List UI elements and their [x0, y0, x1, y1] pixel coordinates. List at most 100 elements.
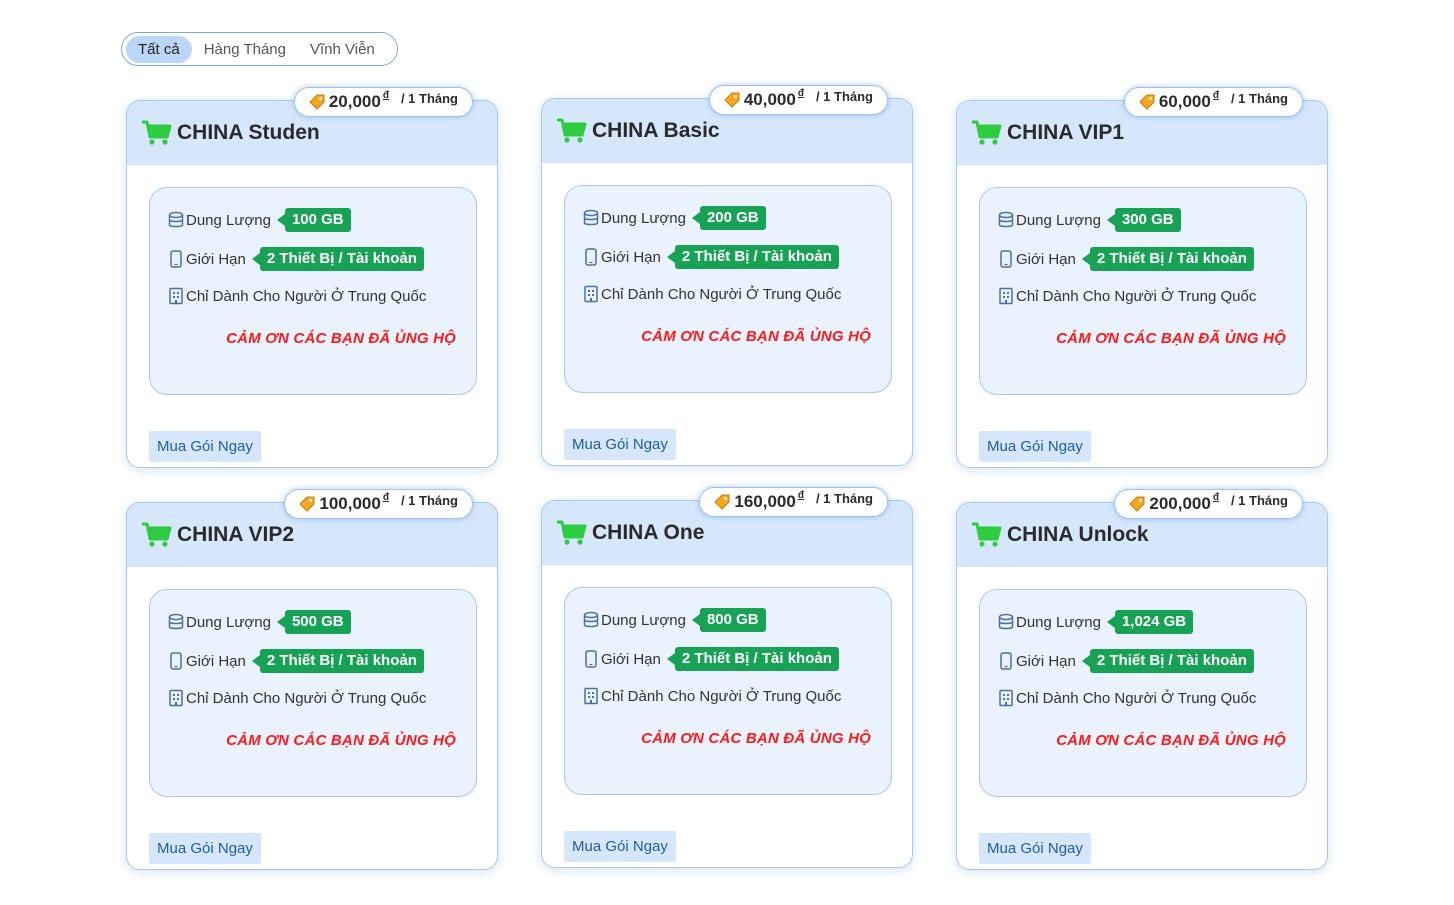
feature-storage: Dung Lượng 800 GB	[583, 608, 766, 632]
building-icon	[999, 287, 1013, 305]
database-icon	[168, 211, 184, 228]
feature-limit: Giới Hạn 2 Thiết Bị / Tài khoản	[583, 647, 839, 671]
limit-badge: 2 Thiết Bị / Tài khoản	[1081, 247, 1254, 271]
thanks-note: CẢM ƠN CÁC BẠN ĐÃ ỦNG HỘ	[226, 330, 456, 347]
region-note: Chỉ Dành Cho Người Ở Trung Quốc	[601, 285, 842, 303]
price-period: / 1 Tháng	[400, 492, 458, 508]
feature-limit: Giới Hạn 2 Thiết Bị / Tài khoản	[998, 649, 1254, 673]
currency-symbol: đ	[1212, 491, 1219, 503]
price-pill: 200,000 đ / 1 Tháng	[1114, 489, 1303, 519]
plan-features: Dung Lượng 100 GB Giới Hạn 2 Thiết Bị / …	[149, 187, 477, 395]
region-note: Chỉ Dành Cho Người Ở Trung Quốc	[186, 689, 427, 707]
buy-button[interactable]: Mua Gói Ngay	[149, 833, 261, 864]
storage-label: Dung Lượng	[1016, 211, 1101, 229]
plan-features: Dung Lượng 800 GB Giới Hạn 2 Thiết Bị / …	[564, 587, 892, 795]
price-period: / 1 Tháng	[1230, 492, 1288, 508]
buy-button[interactable]: Mua Gói Ngay	[564, 831, 676, 862]
plan-features: Dung Lượng 500 GB Giới Hạn 2 Thiết Bị / …	[149, 589, 477, 797]
storage-label: Dung Lượng	[601, 209, 686, 227]
thanks-note: CẢM ƠN CÁC BẠN ĐÃ ỦNG HỘ	[1056, 330, 1286, 347]
buy-button[interactable]: Mua Gói Ngay	[564, 429, 676, 460]
database-icon	[583, 209, 599, 226]
feature-storage: Dung Lượng 500 GB	[168, 610, 351, 634]
tab-lifetime[interactable]: Vĩnh Viễn	[298, 36, 387, 63]
plan-card-4: CHINA VIP2 100,000 đ / 1 Tháng Dung Lượn…	[126, 489, 498, 870]
region-note: Chỉ Dành Cho Người Ở Trung Quốc	[1016, 689, 1257, 707]
plan-title: CHINA Studen	[177, 121, 320, 144]
price-pill: 20,000 đ / 1 Tháng	[293, 87, 473, 117]
plan-features: Dung Lượng 1,024 GB Giới Hạn 2 Thiết Bị …	[979, 589, 1307, 797]
feature-region: Chỉ Dành Cho Người Ở Trung Quốc	[998, 287, 1256, 305]
region-note: Chỉ Dành Cho Người Ở Trung Quốc	[601, 687, 842, 705]
plan-title: CHINA Unlock	[1007, 523, 1149, 546]
region-note: Chỉ Dành Cho Người Ở Trung Quốc	[1016, 287, 1257, 305]
limit-badge: 2 Thiết Bị / Tài khoản	[666, 647, 839, 671]
database-icon	[168, 613, 184, 630]
feature-region: Chỉ Dành Cho Người Ở Trung Quốc	[583, 285, 841, 303]
limit-label: Giới Hạn	[601, 650, 661, 668]
feature-limit: Giới Hạn 2 Thiết Bị / Tài khoản	[168, 247, 424, 271]
feature-limit: Giới Hạn 2 Thiết Bị / Tài khoản	[168, 649, 424, 673]
storage-label: Dung Lượng	[186, 211, 271, 229]
feature-limit: Giới Hạn 2 Thiết Bị / Tài khoản	[583, 245, 839, 269]
price-tag-icon	[309, 94, 325, 110]
feature-region: Chỉ Dành Cho Người Ở Trung Quốc	[998, 689, 1256, 707]
phone-icon	[170, 652, 182, 670]
cart-icon	[972, 120, 1002, 145]
filter-tabs: Tất cả Hàng Tháng Vĩnh Viễn	[121, 32, 398, 66]
price-tag-icon	[1139, 94, 1155, 110]
feature-limit: Giới Hạn 2 Thiết Bị / Tài khoản	[998, 247, 1254, 271]
limit-label: Giới Hạn	[186, 652, 246, 670]
price-pill: 160,000 đ / 1 Tháng	[699, 487, 888, 517]
building-icon	[584, 687, 598, 705]
price-period: / 1 Tháng	[400, 90, 458, 106]
currency-symbol: đ	[797, 87, 804, 99]
storage-badge: 800 GB	[691, 608, 766, 632]
currency-symbol: đ	[382, 89, 389, 101]
feature-region: Chỉ Dành Cho Người Ở Trung Quốc	[583, 687, 841, 705]
cart-icon	[142, 522, 172, 547]
thanks-note: CẢM ƠN CÁC BẠN ĐÃ ỦNG HỘ	[641, 328, 871, 345]
limit-badge: 2 Thiết Bị / Tài khoản	[666, 245, 839, 269]
cart-icon	[972, 522, 1002, 547]
storage-badge: 300 GB	[1106, 208, 1181, 232]
tab-all[interactable]: Tất cả	[126, 35, 192, 63]
price-pill: 60,000 đ / 1 Tháng	[1123, 87, 1303, 117]
price-period: / 1 Tháng	[815, 490, 873, 506]
buy-button[interactable]: Mua Gói Ngay	[149, 431, 261, 462]
feature-storage: Dung Lượng 100 GB	[168, 208, 351, 232]
price-period: / 1 Tháng	[815, 88, 873, 104]
limit-badge: 2 Thiết Bị / Tài khoản	[251, 649, 424, 673]
phone-icon	[585, 650, 597, 668]
limit-label: Giới Hạn	[1016, 652, 1076, 670]
price-tag-icon	[1129, 496, 1145, 512]
plan-title: CHINA VIP2	[177, 523, 295, 546]
limit-label: Giới Hạn	[1016, 250, 1076, 268]
database-icon	[583, 611, 599, 628]
buy-button[interactable]: Mua Gói Ngay	[979, 833, 1091, 864]
storage-badge: 100 GB	[276, 208, 351, 232]
plan-card-3: CHINA VIP1 60,000 đ / 1 Tháng Dung Lượng…	[956, 87, 1328, 468]
currency-symbol: đ	[797, 489, 804, 501]
limit-badge: 2 Thiết Bị / Tài khoản	[251, 247, 424, 271]
tab-monthly[interactable]: Hàng Tháng	[192, 36, 298, 63]
phone-icon	[1000, 652, 1012, 670]
price-period: / 1 Tháng	[1230, 90, 1288, 106]
feature-region: Chỉ Dành Cho Người Ở Trung Quốc	[168, 287, 426, 305]
feature-storage: Dung Lượng 200 GB	[583, 206, 766, 230]
plan-title: CHINA Basic	[592, 119, 720, 142]
phone-icon	[170, 250, 182, 268]
plan-card-6: CHINA Unlock 200,000 đ / 1 Tháng Dung Lư…	[956, 489, 1328, 870]
plan-card-5: CHINA One 160,000 đ / 1 Tháng Dung Lượng…	[541, 487, 913, 868]
price-value: 160,000	[734, 492, 796, 511]
storage-badge: 500 GB	[276, 610, 351, 634]
storage-label: Dung Lượng	[186, 613, 271, 631]
thanks-note: CẢM ƠN CÁC BẠN ĐÃ ỦNG HỘ	[641, 730, 871, 747]
limit-label: Giới Hạn	[601, 248, 661, 266]
buy-button[interactable]: Mua Gói Ngay	[979, 431, 1091, 462]
cart-icon	[557, 520, 587, 545]
feature-storage: Dung Lượng 300 GB	[998, 208, 1181, 232]
building-icon	[169, 287, 183, 305]
plan-card-2: CHINA Basic 40,000 đ / 1 Tháng Dung Lượn…	[541, 85, 913, 466]
cart-icon	[142, 120, 172, 145]
